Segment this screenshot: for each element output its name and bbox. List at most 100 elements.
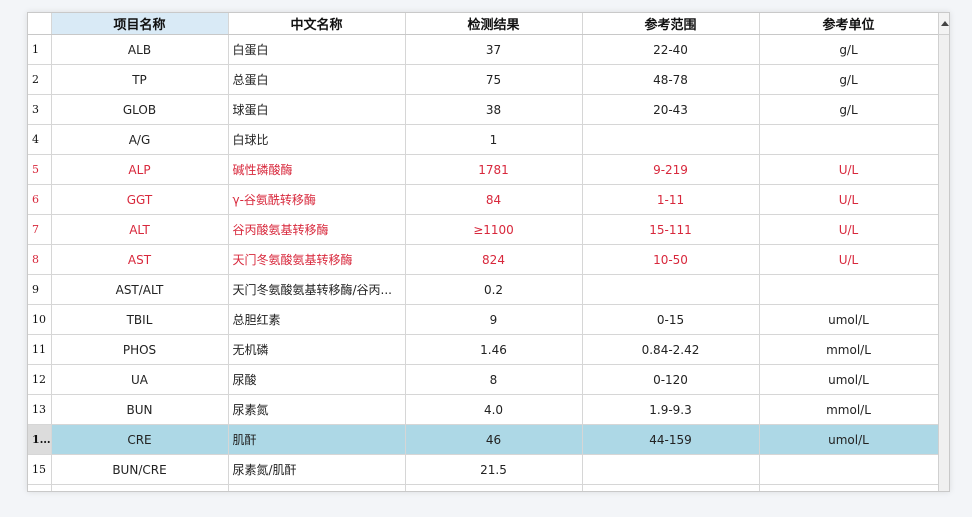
item-code-cell[interactable]: ALP	[51, 154, 229, 185]
unit-cell[interactable]: U/L	[759, 244, 939, 275]
item-code-cell[interactable]: GGT	[51, 184, 229, 215]
table-row[interactable]: 2 TP 总蛋白 75 48-78 g/L	[28, 64, 939, 95]
chinese-name-cell[interactable]: 尿酸	[228, 364, 406, 395]
item-code-cell[interactable]: TP	[51, 64, 229, 95]
vertical-scrollbar[interactable]	[938, 13, 949, 491]
row-number[interactable]: 8	[28, 244, 52, 275]
row-number[interactable]: 14	[28, 424, 52, 455]
unit-cell[interactable]: umol/L	[759, 304, 939, 335]
result-cell[interactable]: 38	[405, 94, 583, 125]
unit-cell[interactable]: mmol/L	[759, 334, 939, 365]
reference-range-cell[interactable]: 20-43	[582, 94, 760, 125]
table-row[interactable]: 7 ALT 谷丙酸氨基转移酶 ≥1100 15-111 U/L	[28, 214, 939, 245]
table-row[interactable]: 4 A/G 白球比 1	[28, 124, 939, 155]
table-row[interactable]: 10 TBIL 总胆红素 9 0-15 umol/L	[28, 304, 939, 335]
reference-range-cell[interactable]: 0.84-2.42	[582, 334, 760, 365]
column-header-item-code[interactable]: 项目名称	[51, 13, 229, 35]
result-cell[interactable]: 1.46	[405, 334, 583, 365]
unit-cell[interactable]: umol/L	[759, 364, 939, 395]
item-code-cell[interactable]: BUN	[51, 394, 229, 425]
reference-range-cell[interactable]: 48-78	[582, 64, 760, 95]
chinese-name-cell[interactable]: 天门冬氨酸氨基转移酶	[228, 244, 406, 275]
row-number[interactable]: 6	[28, 184, 52, 215]
table-row[interactable]: 9 AST/ALT 天门冬氨酸氨基转移酶/谷丙... 0.2	[28, 274, 939, 305]
item-code-cell[interactable]: PHOS	[51, 334, 229, 365]
reference-range-cell[interactable]: 9-219	[582, 154, 760, 185]
item-code-cell[interactable]: ALB	[51, 34, 229, 65]
chinese-name-cell[interactable]: 尿素氮/肌酐	[228, 454, 406, 485]
result-cell[interactable]: 4.0	[405, 394, 583, 425]
result-cell[interactable]: 46	[405, 424, 583, 455]
item-code-cell[interactable]: GLOB	[51, 94, 229, 125]
row-number[interactable]: 5	[28, 154, 52, 185]
table-row[interactable]: 11 PHOS 无机磷 1.46 0.84-2.42 mmol/L	[28, 334, 939, 365]
item-code-cell[interactable]: UA	[51, 364, 229, 395]
unit-cell[interactable]: U/L	[759, 214, 939, 245]
result-cell[interactable]: 1	[405, 124, 583, 155]
reference-range-cell[interactable]: 0-15	[582, 304, 760, 335]
row-number[interactable]: 2	[28, 64, 52, 95]
row-number[interactable]: 13	[28, 394, 52, 425]
unit-cell[interactable]: g/L	[759, 94, 939, 125]
row-number[interactable]: 12	[28, 364, 52, 395]
chinese-name-cell[interactable]: 总胆红素	[228, 304, 406, 335]
row-number[interactable]: 11	[28, 334, 52, 365]
chinese-name-cell[interactable]: 白蛋白	[228, 34, 406, 65]
column-header-chinese-name[interactable]: 中文名称	[228, 13, 406, 35]
unit-cell[interactable]: U/L	[759, 154, 939, 185]
column-header-unit[interactable]: 参考单位	[759, 13, 939, 35]
row-number[interactable]: 10	[28, 304, 52, 335]
item-code-cell[interactable]: AST	[51, 244, 229, 275]
result-cell[interactable]: 75	[405, 64, 583, 95]
scroll-up-button[interactable]	[939, 13, 949, 35]
item-code-cell[interactable]: BUN/CRE	[51, 454, 229, 485]
result-cell[interactable]: 8	[405, 364, 583, 395]
unit-cell[interactable]	[759, 124, 939, 155]
reference-range-cell[interactable]: 1.9-9.3	[582, 394, 760, 425]
chinese-name-cell[interactable]: 总蛋白	[228, 64, 406, 95]
item-code-cell[interactable]: ALT	[51, 214, 229, 245]
row-number[interactable]: 4	[28, 124, 52, 155]
item-code-cell[interactable]: CRE	[51, 424, 229, 455]
table-row[interactable]: 13 BUN 尿素氮 4.0 1.9-9.3 mmol/L	[28, 394, 939, 425]
chinese-name-cell[interactable]: 白球比	[228, 124, 406, 155]
table-row[interactable]: 14 CRE 肌酐 46 44-159 umol/L	[28, 424, 939, 455]
chinese-name-cell[interactable]: 天门冬氨酸氨基转移酶/谷丙...	[228, 274, 406, 305]
reference-range-cell[interactable]: 44-159	[582, 424, 760, 455]
table-row[interactable]: 6 GGT γ-谷氨酰转移酶 84 1-11 U/L	[28, 184, 939, 215]
reference-range-cell[interactable]: 0-120	[582, 364, 760, 395]
table-row[interactable]: 12 UA 尿酸 8 0-120 umol/L	[28, 364, 939, 395]
item-code-cell[interactable]: AST/ALT	[51, 274, 229, 305]
reference-range-cell[interactable]	[582, 454, 760, 485]
chinese-name-cell[interactable]: 无机磷	[228, 334, 406, 365]
result-cell[interactable]: 84	[405, 184, 583, 215]
table-row[interactable]: 1 ALB 白蛋白 37 22-40 g/L	[28, 34, 939, 65]
row-number[interactable]: 7	[28, 214, 52, 245]
result-cell[interactable]: 21.5	[405, 454, 583, 485]
table-row[interactable]: 8 AST 天门冬氨酸氨基转移酶 824 10-50 U/L	[28, 244, 939, 275]
unit-cell[interactable]: umol/L	[759, 424, 939, 455]
unit-cell[interactable]	[759, 274, 939, 305]
reference-range-cell[interactable]: 22-40	[582, 34, 760, 65]
result-cell[interactable]: 9	[405, 304, 583, 335]
chinese-name-cell[interactable]: 肌酐	[228, 424, 406, 455]
row-number[interactable]: 15	[28, 454, 52, 485]
row-header-corner[interactable]	[28, 13, 52, 35]
unit-cell[interactable]: U/L	[759, 184, 939, 215]
row-number[interactable]: 9	[28, 274, 52, 305]
result-cell[interactable]: 37	[405, 34, 583, 65]
reference-range-cell[interactable]: 1-11	[582, 184, 760, 215]
item-code-cell[interactable]: TBIL	[51, 304, 229, 335]
row-number[interactable]: 1	[28, 34, 52, 65]
chinese-name-cell[interactable]: γ-谷氨酰转移酶	[228, 184, 406, 215]
unit-cell[interactable]: g/L	[759, 64, 939, 95]
unit-cell[interactable]: mmol/L	[759, 394, 939, 425]
row-number[interactable]: 3	[28, 94, 52, 125]
chinese-name-cell[interactable]: 碱性磷酸酶	[228, 154, 406, 185]
reference-range-cell[interactable]: 15-111	[582, 214, 760, 245]
table-row[interactable]: 15 BUN/CRE 尿素氮/肌酐 21.5	[28, 454, 939, 485]
table-row[interactable]: 5 ALP 碱性磷酸酶 1781 9-219 U/L	[28, 154, 939, 185]
reference-range-cell[interactable]	[582, 274, 760, 305]
chinese-name-cell[interactable]: 尿素氮	[228, 394, 406, 425]
result-cell[interactable]: 824	[405, 244, 583, 275]
